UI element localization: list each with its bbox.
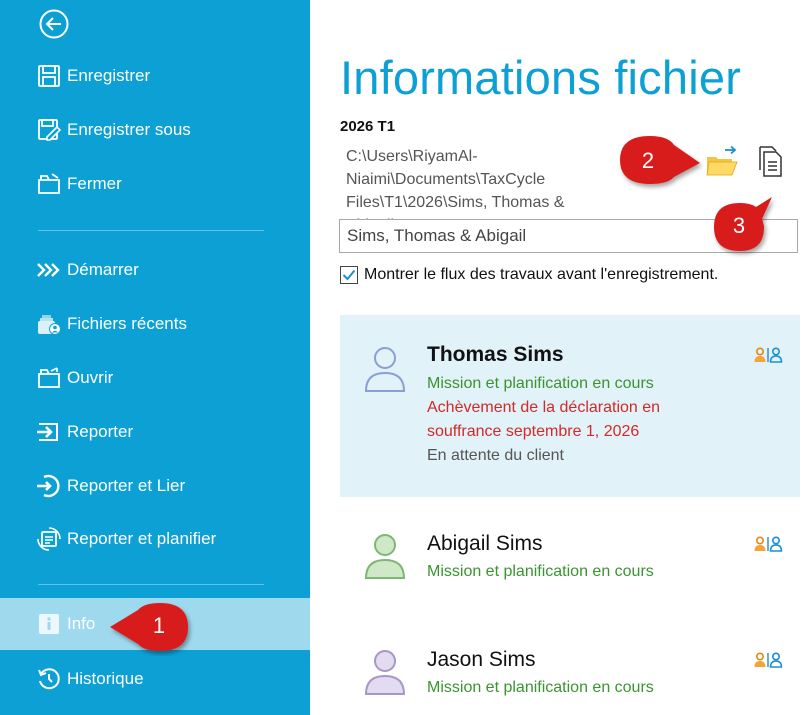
file-info-panel: Informations fichier 2026 T1 C:\Users\Ri… (310, 0, 810, 715)
person-avatar-icon (364, 534, 406, 579)
start-icon (36, 257, 62, 283)
nav-carry-forward-schedule[interactable]: Reporter et planifier (0, 517, 310, 561)
carry-forward-icon (36, 419, 62, 445)
client-name: Abigail Sims (427, 532, 543, 555)
back-arrow-icon (39, 9, 69, 39)
assigned-roles-icon[interactable] (753, 652, 783, 668)
open-icon (36, 365, 62, 391)
nav-start[interactable]: Démarrer (0, 248, 310, 292)
nav-recent-files-label: Fichiers récents (67, 314, 187, 333)
assigned-roles-icon[interactable] (753, 347, 783, 363)
client-card[interactable]: Jason Sims Mission et planification en c… (340, 626, 800, 715)
nav-close-label: Fermer (67, 174, 122, 193)
file-type-label: 2026 T1 (340, 118, 396, 135)
client-status: souffrance septembre 1, 2026 (427, 423, 640, 440)
workflow-checkbox-label: Montrer le flux des travaux avant l'enre… (364, 266, 719, 283)
nav-open-label: Ouvrir (67, 368, 114, 387)
nav-start-label: Démarrer (67, 260, 139, 279)
nav-history-label: Historique (67, 669, 144, 688)
recent-files-icon (36, 311, 62, 337)
nav-info-label: Info (67, 614, 96, 633)
sidebar-separator (38, 584, 264, 585)
person-avatar-icon (364, 650, 406, 695)
sidebar-separator (38, 230, 264, 231)
client-status: Mission et planification en cours (427, 563, 654, 580)
client-name: Thomas Sims (427, 343, 564, 366)
client-status: Mission et planification en cours (427, 679, 654, 696)
nav-save-label: Enregistrer (67, 66, 151, 85)
nav-recent-files[interactable]: Fichiers récents (0, 302, 310, 346)
nav-carry-forward-link[interactable]: Reporter et Lier (0, 464, 310, 508)
history-icon (36, 666, 62, 692)
workflow-checkbox-row[interactable]: Montrer le flux des travaux avant l'enre… (340, 266, 718, 284)
client-name: Jason Sims (427, 648, 536, 671)
client-card[interactable]: Abigail Sims Mission et planification en… (340, 510, 800, 600)
callout-number: 1 (152, 613, 166, 638)
person-avatar-icon (364, 347, 406, 392)
callout-number: 2 (641, 148, 655, 173)
copy-path-button[interactable] (753, 143, 787, 179)
nav-carry-forward-label: Reporter (67, 422, 134, 441)
nav-carry-forward-schedule-label: Reporter et planifier (67, 529, 217, 548)
callout-number: 3 (732, 213, 746, 238)
assigned-roles-icon[interactable] (753, 536, 783, 552)
nav-save[interactable]: Enregistrer (0, 54, 310, 98)
copy-document-icon (759, 146, 782, 177)
client-card[interactable]: Thomas Sims Mission et planification en … (340, 315, 800, 497)
save-icon (36, 63, 62, 89)
carry-forward-schedule-icon (36, 526, 62, 552)
carry-forward-link-icon (36, 473, 62, 499)
workflow-checkbox[interactable] (340, 266, 358, 284)
nav-close[interactable]: Fermer (0, 162, 310, 206)
nav-carry-forward-link-label: Reporter et Lier (67, 476, 186, 495)
nav-carry-forward[interactable]: Reporter (0, 410, 310, 454)
back-button[interactable] (38, 8, 70, 40)
nav-save-as-label: Enregistrer sous (67, 120, 191, 139)
info-icon (36, 611, 62, 637)
nav-history[interactable]: Historique (0, 657, 310, 701)
nav-save-as[interactable]: Enregistrer sous (0, 108, 310, 152)
client-status: Mission et planification en cours (427, 375, 654, 392)
client-status: En attente du client (427, 447, 564, 464)
client-status: Achèvement de la déclaration en (427, 399, 661, 416)
checkmark-icon (342, 269, 356, 281)
close-file-icon (36, 171, 62, 197)
page-title: Informations fichier (340, 51, 742, 104)
save-as-icon (36, 117, 62, 143)
nav-open[interactable]: Ouvrir (0, 356, 310, 400)
